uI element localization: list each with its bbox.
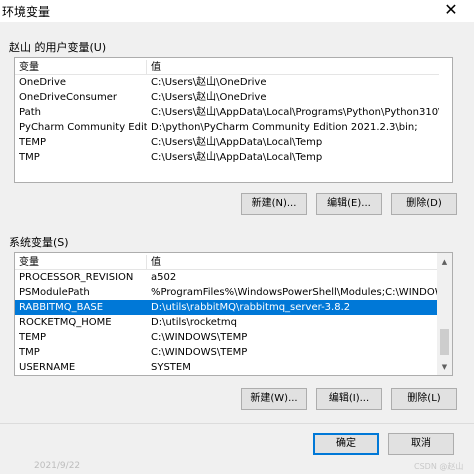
var-value: C:\WINDOWS\TEMP — [151, 347, 248, 358]
var-name: TMP — [19, 347, 40, 358]
table-row[interactable]: OneDriveConsumer C:\Users\赵山\OneDrive — [15, 90, 439, 105]
var-name: TEMP — [19, 332, 47, 343]
var-value: C:\Users\赵山\AppData\Local\Temp — [151, 152, 323, 163]
close-icon[interactable]: ✕ — [428, 0, 474, 22]
var-value: D:\utils\rabbitMQ\rabbitmq_server-3.8.2 — [151, 302, 351, 313]
user-new-button[interactable]: 新建(N)... — [241, 193, 307, 215]
user-vars-list[interactable]: 变量 值 OneDrive C:\Users\赵山\OneDrive OneDr… — [14, 57, 453, 183]
scrollbar-thumb[interactable] — [440, 329, 449, 355]
column-divider[interactable] — [146, 255, 147, 270]
system-edit-button[interactable]: 编辑(I)... — [316, 388, 382, 410]
table-row[interactable]: PyCharm Community Edition D:\python\PyCh… — [15, 120, 439, 135]
var-value: D:\python\PyCharm Community Edition 2021… — [151, 122, 418, 133]
column-header-value[interactable]: 值 — [151, 60, 439, 75]
var-value: C:\WINDOWS\TEMP — [151, 332, 248, 343]
var-name: OneDriveConsumer — [19, 92, 118, 103]
system-vars-label: 系统变量(S) — [9, 236, 69, 249]
var-name: PyCharm Community Edition — [19, 122, 147, 133]
var-value: C:\Users\赵山\OneDrive — [151, 77, 267, 88]
table-row[interactable]: TEMP C:\WINDOWS\TEMP — [15, 330, 439, 345]
table-row[interactable]: TEMP C:\Users\赵山\AppData\Local\Temp — [15, 135, 439, 150]
system-delete-button[interactable]: 删除(L) — [391, 388, 457, 410]
table-row[interactable]: TMP C:\WINDOWS\TEMP — [15, 345, 439, 360]
window-title: 环境变量 — [2, 5, 51, 19]
column-divider[interactable] — [146, 60, 147, 75]
var-value: C:\Users\赵山\AppData\Local\Programs\Pytho… — [151, 107, 439, 118]
table-row[interactable]: PROCESSOR_REVISION a502 — [15, 270, 439, 285]
divider — [0, 423, 474, 424]
var-value: D:\utils\rocketmq — [151, 317, 237, 328]
var-name: TEMP — [19, 137, 47, 148]
var-name: PSModulePath — [19, 287, 90, 298]
user-vars-label: 赵山 的用户变量(U) — [9, 41, 107, 54]
var-name: RABBITMQ_BASE — [19, 302, 104, 313]
var-value: SYSTEM — [151, 362, 191, 373]
table-row[interactable]: OneDrive C:\Users\赵山\OneDrive — [15, 75, 439, 90]
footer-date: 2021/9/22 — [34, 461, 81, 471]
column-header-name[interactable]: 变量 — [19, 60, 147, 75]
table-row[interactable]: TMP C:\Users\赵山\AppData\Local\Temp — [15, 150, 439, 165]
var-value: C:\Users\赵山\OneDrive — [151, 92, 267, 103]
column-header-value[interactable]: 值 — [151, 255, 439, 270]
var-name: ROCKETMQ_HOME — [19, 317, 112, 328]
user-delete-button[interactable]: 删除(D) — [391, 193, 457, 215]
system-vars-scrollbar[interactable]: ▲ ▼ — [437, 253, 452, 375]
var-name: Path — [19, 107, 41, 118]
var-value: a502 — [151, 272, 177, 283]
var-name: USERNAME — [19, 362, 76, 373]
column-header-name[interactable]: 变量 — [19, 255, 147, 270]
down-arrow-icon[interactable]: ▼ — [437, 360, 452, 375]
table-row-selected[interactable]: RABBITMQ_BASE D:\utils\rabbitMQ\rabbitmq… — [15, 300, 439, 315]
table-row[interactable]: ROCKETMQ_HOME D:\utils\rocketmq — [15, 315, 439, 330]
user-edit-button[interactable]: 编辑(E)... — [316, 193, 382, 215]
user-vars-header: 变量 值 — [15, 60, 439, 75]
system-vars-list[interactable]: 变量 值 PROCESSOR_REVISION a502 PSModulePat… — [14, 252, 453, 376]
var-value: %ProgramFiles%\WindowsPowerShell\Modules… — [151, 287, 439, 298]
up-arrow-icon[interactable]: ▲ — [437, 255, 452, 270]
ok-button[interactable]: 确定 — [313, 433, 379, 455]
var-name: PROCESSOR_REVISION — [19, 272, 134, 283]
table-row[interactable]: PSModulePath %ProgramFiles%\WindowsPower… — [15, 285, 439, 300]
var-name: TMP — [19, 152, 40, 163]
table-row[interactable]: USERNAME SYSTEM — [15, 360, 439, 375]
system-new-button[interactable]: 新建(W)... — [241, 388, 307, 410]
watermark: CSDN @赵山 — [414, 462, 464, 471]
cancel-button[interactable]: 取消 — [388, 433, 454, 455]
system-vars-header: 变量 值 — [15, 255, 439, 270]
title-bar: 环境变量 ✕ — [0, 0, 474, 22]
var-name: OneDrive — [19, 77, 67, 88]
var-value: C:\Users\赵山\AppData\Local\Temp — [151, 137, 323, 148]
table-row[interactable]: Path C:\Users\赵山\AppData\Local\Programs\… — [15, 105, 439, 120]
